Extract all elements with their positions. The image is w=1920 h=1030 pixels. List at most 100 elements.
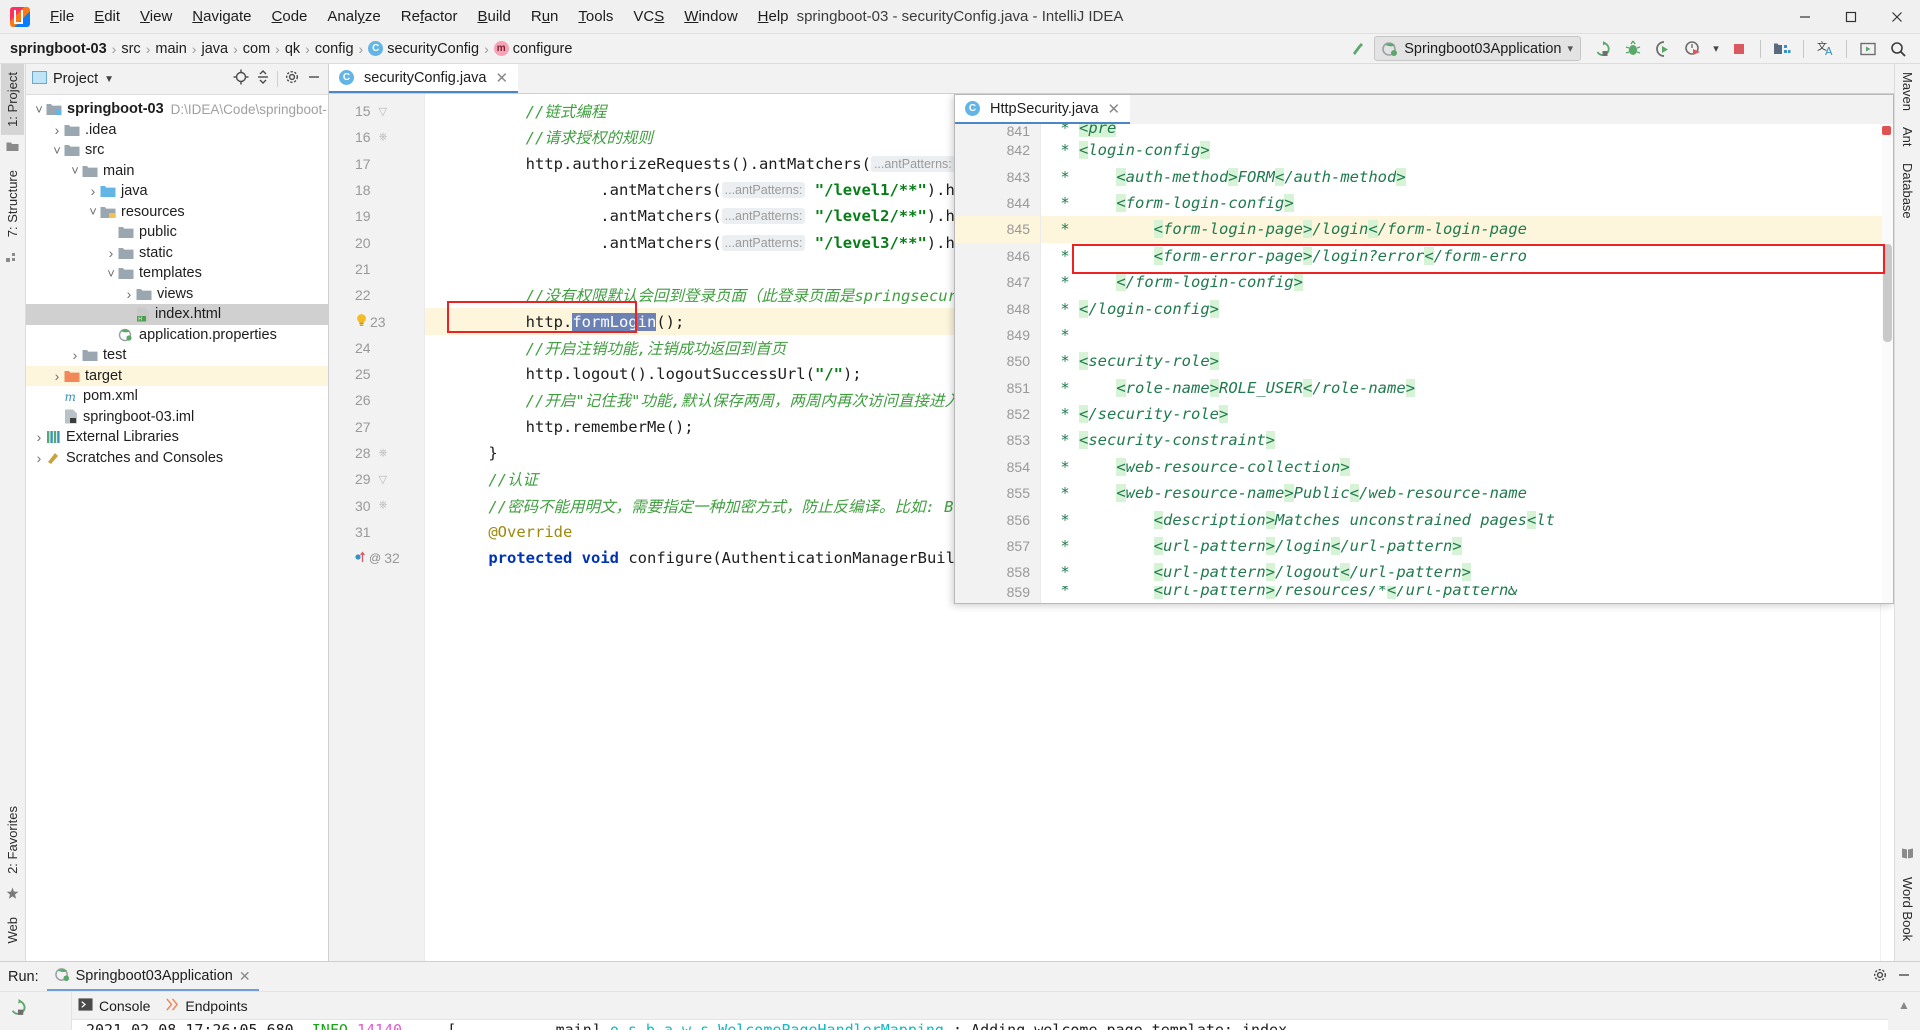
sidebar-item-project[interactable]: 1: Project [1,64,24,135]
float-code-line-851[interactable]: * < role-name > ROLE_USER </role-name > [1041,375,1882,401]
float-code-line-850[interactable]: * < security-role > [1041,348,1882,374]
sidebar-item-structure[interactable]: 7: Structure [1,162,24,245]
annotation-gutter-icon[interactable]: @ [369,551,381,565]
tree-node-pom-xml[interactable]: m pom.xml [26,386,328,407]
float-gutter-line-841[interactable]: 841 [955,124,1040,139]
book-icon[interactable] [1901,847,1914,864]
breadcrumb-config[interactable]: config [315,41,354,57]
intention-bulb-icon[interactable] [355,313,368,330]
menu-edit[interactable]: Edit [84,4,130,29]
debug-icon[interactable] [1619,36,1647,62]
menu-view[interactable]: View [130,4,182,29]
breadcrumb-com[interactable]: com [243,41,270,57]
gutter-line-22[interactable]: 22 [329,282,424,308]
float-gutter-line-856[interactable]: 856 [955,506,1040,532]
tree-node-test[interactable]: › test [26,345,328,366]
translate-icon[interactable]: 文A [1811,36,1839,62]
gutter-line-18[interactable]: 18 [329,177,424,203]
console-output[interactable]: 2021-02-08 17:26:05.680 INFO 14140 --- [… [72,1020,1888,1030]
float-editor-body[interactable]: 841 842 843 844 845 846 847 848 849 850 851 852 853 8… [955,124,1893,603]
tree-node-java[interactable]: › java [26,181,328,202]
float-code-line-849[interactable]: * [1041,322,1882,348]
gutter-line-19[interactable]: 19 [329,203,424,229]
chevron-right-icon[interactable]: › [68,347,82,363]
gutter-line-27[interactable]: 27 [329,414,424,440]
float-code-line-846[interactable]: * < form-error-page >/login?error </form-er… [1041,243,1882,269]
sidebar-item-maven[interactable]: Maven [1896,64,1919,119]
sidebar-item-ant[interactable]: Ant [1896,119,1919,155]
chevron-right-icon[interactable]: › [32,450,46,466]
sidebar-item-database[interactable]: Database [1896,155,1919,227]
override-method-icon[interactable] [355,550,366,566]
menu-build[interactable]: Build [467,4,520,29]
float-gutter-line-858[interactable]: 858 [955,559,1040,585]
sidebar-item-favorites[interactable]: 2: Favorites [1,798,24,882]
scroll-up-arrow-icon[interactable]: ▲ [1898,998,1910,1012]
maximize-button[interactable] [1828,0,1874,34]
float-code-line-841[interactable]: * <pre [1041,124,1882,137]
float-code-line-859[interactable]: * < url-pattern >/resources/* </url-pattern… [1041,585,1882,599]
float-code-line-852[interactable]: * </security-role > [1041,401,1882,427]
breadcrumb-main[interactable]: main [155,41,186,57]
run-configuration-selector[interactable]: Springboot03Application ▾ [1374,36,1581,61]
chevron-right-icon[interactable]: › [50,368,64,384]
menu-window[interactable]: Window [674,4,747,29]
chevron-down-icon[interactable]: ˅ [50,143,64,158]
collapse-all-icon[interactable] [255,69,271,89]
tab-console[interactable]: Console [78,997,150,1015]
rerun-icon[interactable] [9,998,28,1021]
float-code-line-844[interactable]: * < form-login-config > [1041,190,1882,216]
float-editor-gutter[interactable]: 841 842 843 844 845 846 847 848 849 850 851 852 853 8… [955,124,1041,603]
tree-node-springboot-03-iml[interactable]: springboot-03.iml [26,407,328,428]
console-run-icon[interactable] [1854,36,1882,62]
tree-node-index-html[interactable]: Hindex.html [26,304,328,325]
float-code-line-856[interactable]: * < description > Matches unconstrained pag… [1041,506,1882,532]
tree-node-public[interactable]: public [26,222,328,243]
close-button[interactable] [1874,0,1920,34]
structure-icon[interactable] [6,250,19,267]
editor-tab-securityconfig[interactable]: C securityConfig.java ✕ [329,64,519,93]
jump-to-source-icon[interactable] [1344,36,1372,62]
code-editor-httpsecurity-window[interactable]: C HttpSecurity.java ✕ 841 842 843 844 845 846… [954,94,1894,604]
chevron-right-icon[interactable]: › [50,122,64,138]
chevron-down-icon[interactable]: ˅ [104,266,118,281]
float-code-line-843[interactable]: * < auth-method > FORM </auth-method > [1041,163,1882,189]
settings-gear-icon[interactable] [284,69,300,89]
fold-marker-icon[interactable]: ⎈ [379,447,388,460]
chevron-right-icon[interactable]: › [32,429,46,445]
fold-marker-icon[interactable]: ⎈ [379,499,388,512]
gutter-line-28[interactable]: 28 ⎈ [329,440,424,466]
breadcrumb-project[interactable]: springboot-03 [10,41,107,57]
locate-icon[interactable] [233,69,249,89]
float-gutter-line-844[interactable]: 844 [955,190,1040,216]
rerun-icon[interactable] [1589,36,1617,62]
float-code-line-842[interactable]: * < login-config > [1041,137,1882,163]
float-gutter-line-854[interactable]: 854 [955,454,1040,480]
tree-node-src[interactable]: ˅ src [26,140,328,161]
fold-marker-icon[interactable]: ▽ [379,105,387,118]
tree-node-main[interactable]: ˅ main [26,161,328,182]
settings-gear-icon[interactable] [1872,967,1888,987]
run-tab-springboot03application[interactable]: Springboot03Application ✕ [46,963,259,991]
profiler-icon[interactable] [1679,36,1707,62]
float-code-line-855[interactable]: * < web-resource-name > Public </web-resourc… [1041,480,1882,506]
tree-node-external-libraries[interactable]: › External Libraries [26,427,328,448]
editor-gutter[interactable]: 15 ▽ 16 ⎈ 17 18 19 20 21 22 23 24 25 26 27 28 ⎈ 29 ▽ 30 ⎈ 31 @… [329,94,425,961]
chevron-down-icon[interactable]: ˅ [86,204,100,219]
float-gutter-line-842[interactable]: 842 [955,137,1040,163]
float-code-line-857[interactable]: * < url-pattern >/login </url-pattern > [1041,533,1882,559]
breadcrumb-class[interactable]: CsecurityConfig [368,41,479,57]
chevron-down-icon[interactable]: ˅ [32,102,46,117]
menu-refactor[interactable]: Refactor [391,4,468,29]
gutter-line-20[interactable]: 20 [329,229,424,255]
chevron-right-icon[interactable]: › [104,245,118,261]
gutter-line-21[interactable]: 21 [329,256,424,282]
run-with-coverage-icon[interactable] [1649,36,1677,62]
float-gutter-line-855[interactable]: 855 [955,480,1040,506]
float-code-line-845[interactable]: * < form-login-page >/login </form-login-pa… [1041,216,1882,243]
fold-marker-icon[interactable]: ▽ [379,473,387,486]
gutter-line-25[interactable]: 25 [329,361,424,387]
stop-icon[interactable] [1725,36,1753,62]
menu-tools[interactable]: Tools [568,4,623,29]
tab-endpoints[interactable]: Endpoints [164,997,248,1015]
